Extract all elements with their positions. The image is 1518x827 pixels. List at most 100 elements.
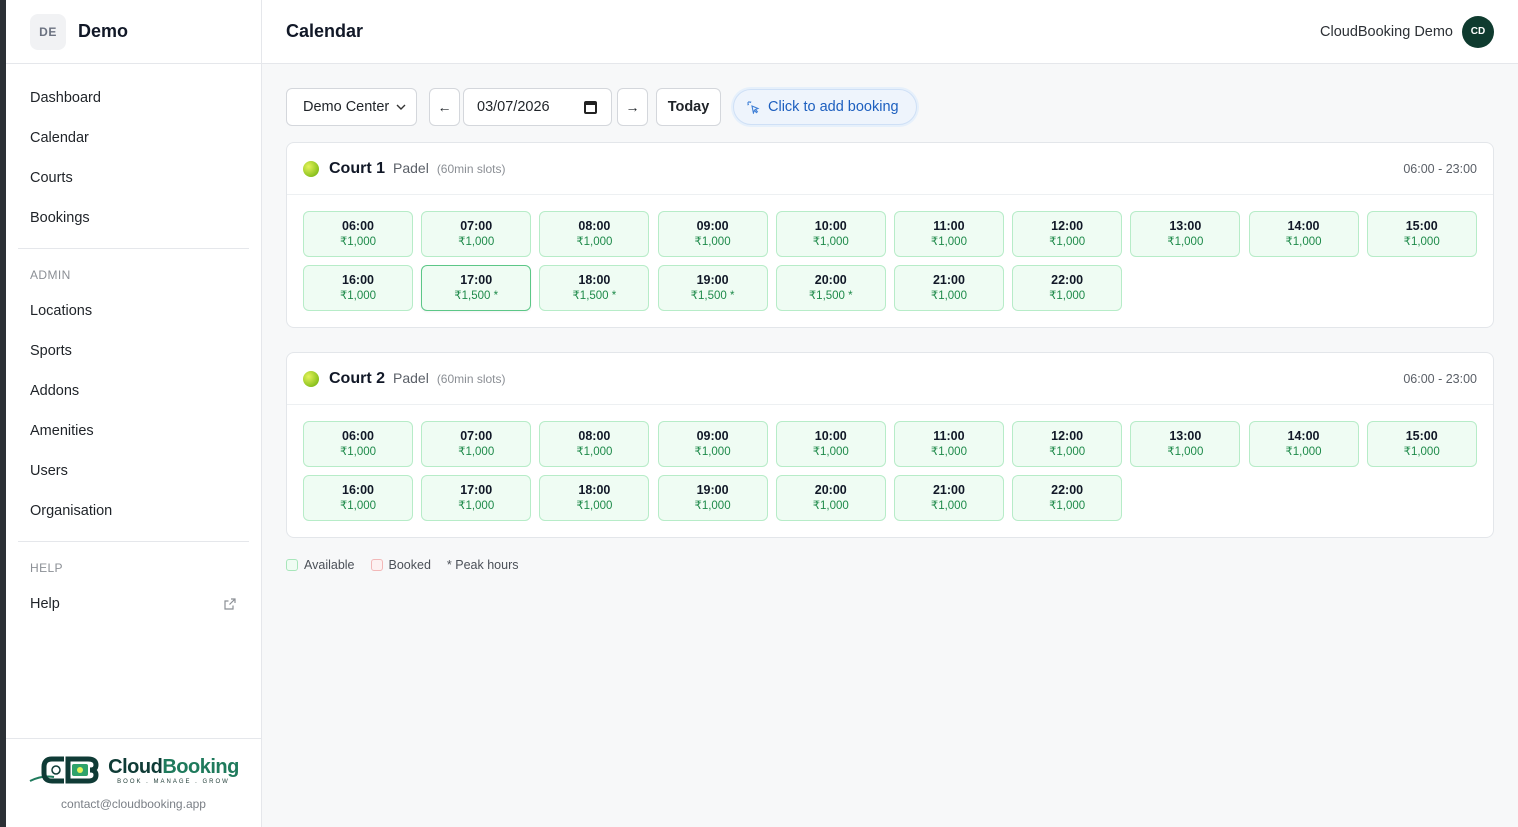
time-slot[interactable]: 15:00 ₹1,000 <box>1366 421 1477 467</box>
time-slot[interactable]: 08:00 ₹1,000 <box>539 211 650 257</box>
time-slot[interactable]: 13:00 ₹1,000 <box>1130 421 1241 467</box>
time-slot[interactable]: 08:00 ₹1,000 <box>539 421 650 467</box>
slot-price: ₹1,000 <box>812 446 849 458</box>
location-select[interactable]: Demo Center <box>286 88 417 126</box>
next-day-button[interactable]: → <box>617 88 648 126</box>
tennis-ball-icon <box>303 160 319 177</box>
sidebar-item-help[interactable]: Help <box>18 584 249 624</box>
time-slot[interactable]: 18:00 ₹1,000 <box>539 475 650 521</box>
avatar[interactable]: CD <box>1462 15 1494 48</box>
nav-divider <box>18 248 249 249</box>
time-slot[interactable]: 06:00 ₹1,000 <box>303 421 413 467</box>
org-badge[interactable]: DE <box>30 13 66 50</box>
time-slot[interactable]: 21:00 ₹1,000 <box>893 475 1004 521</box>
slot-price: ₹1,000 <box>1285 446 1322 458</box>
court-card: Court 2 Padel (60min slots) 06:00 - 23:0… <box>286 352 1494 538</box>
add-booking-hint[interactable]: Click to add booking <box>733 89 917 125</box>
time-slot[interactable]: 07:00 ₹1,000 <box>421 421 532 467</box>
sidebar-item-locations[interactable]: Locations <box>18 291 249 331</box>
time-slot[interactable]: 11:00 ₹1,000 <box>893 421 1004 467</box>
time-slot[interactable]: 16:00 ₹1,000 <box>303 475 413 521</box>
user-name[interactable]: CloudBooking Demo <box>1320 24 1453 40</box>
legend-peak: * Peak hours <box>447 558 519 572</box>
time-slot[interactable]: 16:00 ₹1,000 <box>303 265 413 311</box>
time-slot[interactable]: 10:00 ₹1,000 <box>775 421 886 467</box>
time-slot[interactable]: 12:00 ₹1,000 <box>1012 211 1123 257</box>
time-slot[interactable]: 20:00 ₹1,000 <box>775 475 886 521</box>
contact-email[interactable]: contact@cloudbooking.app <box>61 797 206 811</box>
time-slot[interactable]: 19:00 ₹1,000 <box>657 475 768 521</box>
time-slot[interactable]: 21:00 ₹1,000 <box>893 265 1004 311</box>
date-picker-input[interactable]: 03/07/2026 <box>463 88 612 126</box>
slot-price: ₹1,000 <box>339 500 377 512</box>
time-slot[interactable]: 07:00 ₹1,000 <box>421 211 532 257</box>
slot-time: 20:00 <box>814 483 847 497</box>
time-slot[interactable]: 13:00 ₹1,000 <box>1130 211 1241 257</box>
court-hours: 06:00 - 23:00 <box>1403 371 1477 386</box>
court-sport: Padel <box>393 369 429 386</box>
time-slot[interactable]: 20:00 ₹1,500 * <box>775 265 886 311</box>
sidebar-item-dashboard[interactable]: Dashboard <box>18 78 249 118</box>
sidebar-item-users[interactable]: Users <box>18 451 249 491</box>
slot-price: ₹1,000 <box>1167 446 1204 458</box>
admin-heading: ADMIN <box>30 268 71 282</box>
sidebar-item-addons[interactable]: Addons <box>18 371 249 411</box>
slot-price: ₹1,500 * <box>572 290 617 302</box>
cloudbooking-logo: CloudBooking BOOK . MANAGE . GROW <box>28 753 239 787</box>
slot-price: ₹1,000 <box>930 290 967 302</box>
sidebar: DE Demo Dashboard Calendar Courts Bookin… <box>6 0 262 827</box>
slot-time: 22:00 <box>1051 273 1084 287</box>
date-value: 03/07/2026 <box>477 99 550 115</box>
time-slot[interactable]: 19:00 ₹1,500 * <box>657 265 768 311</box>
sidebar-item-bookings[interactable]: Bookings <box>18 198 249 238</box>
slot-time: 10:00 <box>814 429 847 443</box>
sidebar-item-sports[interactable]: Sports <box>18 331 249 371</box>
time-slot[interactable]: 11:00 ₹1,000 <box>893 211 1004 257</box>
court-hours: 06:00 - 23:00 <box>1403 161 1477 176</box>
legend-label: Available <box>304 558 355 572</box>
time-slot[interactable]: 17:00 ₹1,500 * <box>421 265 532 311</box>
slot-time: 17:00 <box>460 483 493 497</box>
slot-price: ₹1,000 <box>1403 446 1440 458</box>
slot-price: ₹1,000 <box>1403 236 1440 248</box>
today-button[interactable]: Today <box>656 88 721 126</box>
time-slot[interactable]: 14:00 ₹1,000 <box>1248 421 1359 467</box>
time-slot[interactable]: 22:00 ₹1,000 <box>1012 265 1123 311</box>
time-slot[interactable]: 12:00 ₹1,000 <box>1012 421 1123 467</box>
slot-price: ₹1,000 <box>930 236 967 248</box>
sidebar-item-courts[interactable]: Courts <box>18 158 249 198</box>
time-slot[interactable]: 09:00 ₹1,000 <box>657 421 768 467</box>
slot-time: 16:00 <box>342 273 374 287</box>
available-swatch <box>286 559 298 571</box>
legend-label: Booked <box>388 558 431 572</box>
slot-time: 08:00 <box>578 219 611 233</box>
add-booking-hint-label: Click to add booking <box>768 99 899 115</box>
slot-price: ₹1,000 <box>458 236 495 248</box>
user-menu[interactable]: CloudBooking Demo CD <box>1320 15 1494 48</box>
time-slot[interactable]: 06:00 ₹1,000 <box>303 211 413 257</box>
sidebar-item-organisation[interactable]: Organisation <box>18 491 249 531</box>
slot-time: 09:00 <box>696 219 729 233</box>
nav-divider <box>18 541 249 542</box>
time-slot[interactable]: 15:00 ₹1,000 <box>1366 211 1477 257</box>
time-slot[interactable]: 17:00 ₹1,000 <box>421 475 532 521</box>
sidebar-item-amenities[interactable]: Amenities <box>18 411 249 451</box>
sidebar-item-calendar[interactable]: Calendar <box>18 118 249 158</box>
time-slot[interactable]: 22:00 ₹1,000 <box>1012 475 1123 521</box>
slot-time: 19:00 <box>696 483 729 497</box>
calendar-icon[interactable] <box>584 100 597 114</box>
time-slot[interactable]: 14:00 ₹1,000 <box>1248 211 1359 257</box>
legend-label: * Peak hours <box>446 558 519 572</box>
slot-price: ₹1,000 <box>1049 236 1086 248</box>
time-slot[interactable]: 18:00 ₹1,500 * <box>539 265 650 311</box>
slot-time: 14:00 <box>1287 219 1320 233</box>
sidebar-footer: CloudBooking BOOK . MANAGE . GROW contac… <box>6 738 261 827</box>
time-slot[interactable]: 10:00 ₹1,000 <box>775 211 886 257</box>
slot-price: ₹1,000 <box>694 500 731 512</box>
slot-price: ₹1,000 <box>930 446 967 458</box>
court-name: Court 1 <box>329 159 385 177</box>
slot-price: ₹1,000 <box>694 446 731 458</box>
time-slot[interactable]: 09:00 ₹1,000 <box>657 211 768 257</box>
court-slot-length: (60min slots) <box>436 371 506 386</box>
prev-day-button[interactable]: ← <box>429 88 460 126</box>
